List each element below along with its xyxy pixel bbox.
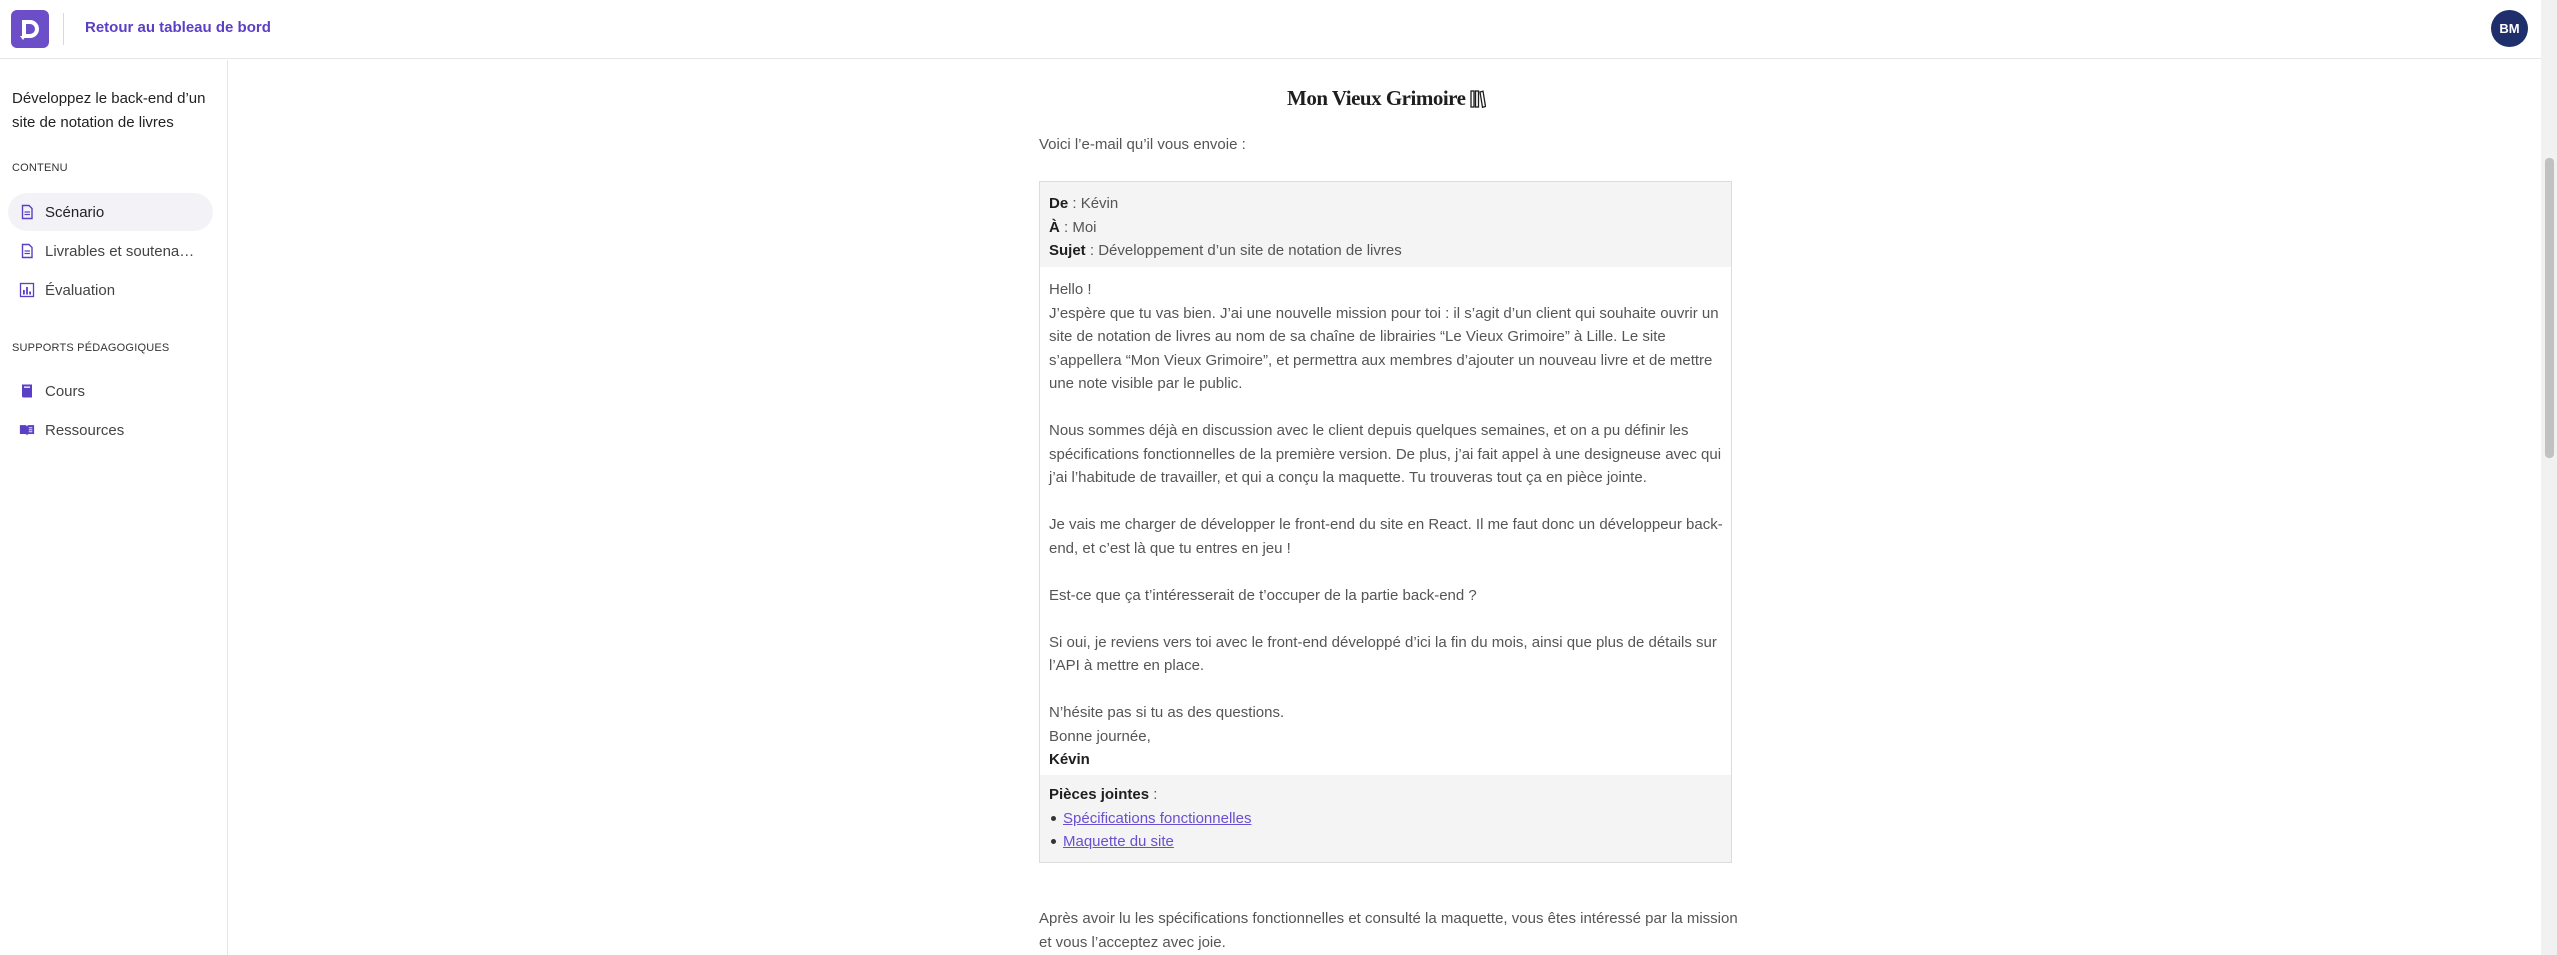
email-paragraph: Nous sommes déjà en discussion avec le c… (1049, 422, 1722, 486)
attachments-list: Spécifications fonctionnelles Maquette d… (1049, 807, 1722, 854)
list-item: Maquette du site (1049, 830, 1722, 854)
attachments-label: Pièces jointes (1049, 786, 1150, 803)
email-paragraph: J’espère que tu vas bien. J’ai une nouve… (1049, 304, 1719, 393)
content-section-label: CONTENU (12, 162, 68, 174)
brand-name: Mon Vieux Grimoire (1287, 86, 1466, 110)
email-signature: Kévin (1049, 751, 1090, 768)
document-icon (18, 242, 36, 260)
sidebar-item-label: Cours (45, 382, 86, 400)
email-paragraph: N’hésite pas si tu as des questions. (1049, 704, 1285, 721)
email-paragraph: Si oui, je reviens vers toi avec le fron… (1049, 633, 1717, 675)
attachment-link-mockup[interactable]: Maquette du site (1063, 833, 1174, 850)
sidebar-item-label: Ressources (45, 421, 125, 439)
books-icon (1470, 89, 1487, 109)
brand-logo: Mon Vieux Grimoire (1287, 86, 1487, 111)
to-value: : Moi (1059, 218, 1097, 236)
logo-icon (20, 20, 39, 40)
email-to: À : Moi (1049, 216, 1722, 240)
chart-icon (18, 281, 36, 299)
to-label: À (1049, 218, 1060, 236)
avatar[interactable]: BM (2491, 10, 2528, 47)
attachments-title: Pièces jointes : (1049, 783, 1722, 807)
document-icon (18, 203, 36, 221)
attachment-link-specifications[interactable]: Spécifications fonctionnelles (1063, 810, 1251, 827)
sidebar-item-courses[interactable]: Cours (8, 372, 213, 410)
sidebar-item-scenario[interactable]: Scénario (8, 193, 213, 231)
email-subject: Sujet : Développement d’un site de notat… (1049, 239, 1722, 263)
book-icon (18, 382, 36, 400)
subject-label: Sujet (1049, 242, 1086, 259)
scrollbar-track[interactable] (2541, 0, 2557, 955)
divider (63, 13, 64, 45)
sidebar-item-evaluation[interactable]: Évaluation (8, 271, 213, 309)
open-book-icon (18, 421, 36, 439)
outro-text: Après avoir lu les spécifications foncti… (1039, 910, 1738, 951)
back-to-dashboard-link[interactable]: Retour au tableau de bord (85, 19, 271, 36)
email-card: De : Kévin À : Moi Sujet : Développement… (1039, 181, 1732, 863)
subject-value: : Développement d’un site de notation de… (1085, 242, 1402, 259)
from-label: De (1049, 195, 1069, 212)
sidebar-item-deliverables[interactable]: Livrables et soutena… (8, 232, 213, 270)
resources-section-label: SUPPORTS PÉDAGOGIQUES (12, 342, 170, 354)
course-title: Développez le back-end d’un site de nota… (12, 90, 206, 131)
email-closing: Bonne journée, (1049, 727, 1151, 745)
scrollbar-thumb[interactable] (2545, 158, 2554, 458)
email-paragraph: Je vais me charger de développer le fron… (1049, 516, 1723, 557)
sidebar-item-label: Évaluation (45, 281, 116, 299)
main-content: Mon Vieux Grimoire Voici l’e-mail qu’il … (229, 60, 2541, 955)
logo[interactable] (11, 10, 49, 48)
intro-text: Voici l’e-mail qu’il vous envoie : (1039, 136, 1246, 153)
from-value: : Kévin (1068, 195, 1119, 212)
sidebar-item-resources[interactable]: Ressources (8, 411, 213, 449)
email-body: Hello ! J’espère que tu vas bien. J’ai u… (1049, 278, 1729, 772)
sidebar-item-label: Scénario (45, 203, 105, 221)
email-attachments: Pièces jointes : Spécifications fonction… (1040, 775, 1731, 862)
email-greeting: Hello ! (1049, 281, 1092, 298)
attachments-suffix: : (1149, 786, 1158, 803)
sidebar-item-label: Livrables et soutena… (45, 242, 195, 260)
email-from: De : Kévin (1049, 192, 1722, 216)
sidebar: Développez le back-end d’un site de nota… (0, 60, 228, 955)
email-header: De : Kévin À : Moi Sujet : Développement… (1040, 182, 1731, 267)
list-item: Spécifications fonctionnelles (1049, 807, 1722, 831)
email-paragraph: Est-ce que ça t’intéresserait de t’occup… (1049, 586, 1477, 604)
top-bar: Retour au tableau de bord BM (0, 0, 2557, 59)
